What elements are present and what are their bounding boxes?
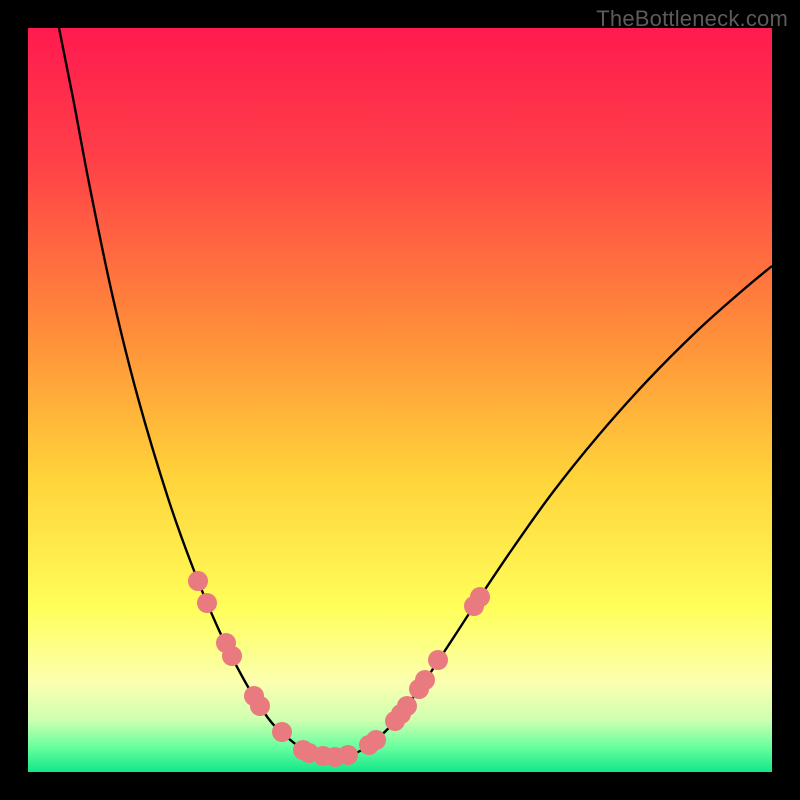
curve-marker <box>397 696 417 716</box>
curve-marker <box>415 670 435 690</box>
curve-marker <box>197 593 217 613</box>
watermark-label: TheBottleneck.com <box>596 6 788 32</box>
bottleneck-chart <box>28 28 772 772</box>
curve-marker <box>272 722 292 742</box>
curve-marker <box>222 646 242 666</box>
curve-marker <box>470 587 490 607</box>
chart-frame <box>28 28 772 772</box>
curve-marker <box>188 571 208 591</box>
curve-marker <box>338 745 358 765</box>
curve-marker <box>366 730 386 750</box>
curve-marker <box>428 650 448 670</box>
curve-marker <box>250 696 270 716</box>
